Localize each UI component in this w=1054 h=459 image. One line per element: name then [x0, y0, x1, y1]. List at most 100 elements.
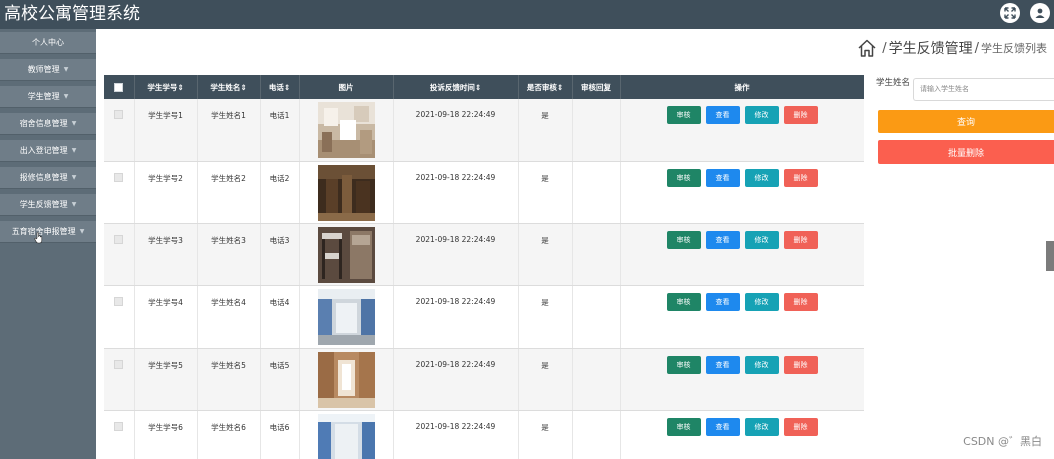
sidebar-item-label: 报修信息管理 [19, 173, 68, 182]
header-actions: 操作 [620, 75, 864, 99]
header-phone[interactable]: 电话⇕ [260, 75, 300, 99]
audit-button[interactable]: 审核 [666, 293, 701, 312]
cell-phone: 电话1 [260, 99, 300, 162]
query-button[interactable]: 查询 [878, 110, 1054, 133]
sidebar-item-repairs[interactable]: 报修信息管理 ▼ [0, 167, 96, 189]
sidebar-item-label: 宿舍信息管理 [19, 119, 68, 128]
view-button[interactable]: 查看 [705, 355, 740, 374]
edit-button[interactable]: 修改 [744, 106, 779, 124]
row-checkbox[interactable] [114, 110, 124, 119]
sidebar-item-teachers[interactable]: 教师管理 ▼ [0, 59, 96, 81]
header-audited[interactable]: 是否审核⇕ [518, 75, 573, 99]
cell-audit-reply [572, 410, 621, 459]
dorm-photo[interactable] [317, 351, 375, 408]
caret-down-icon: ▼ [71, 201, 77, 208]
dorm-photo[interactable] [317, 227, 375, 284]
cell-audited: 是 [518, 161, 573, 225]
cell-phone: 电话3 [260, 223, 300, 287]
cell-phone: 电话5 [260, 348, 300, 411]
cell-student-name: 学生姓名3 [197, 223, 261, 287]
row-checkbox[interactable] [114, 297, 124, 307]
cell-feedback-time: 2021-09-18 22:24:49 [393, 285, 519, 349]
expand-icon[interactable] [1000, 3, 1020, 23]
caret-down-icon: ▼ [63, 66, 69, 73]
table-row: 学生学号4 学生姓名4 电话4 2021-09-18 22:24:49 是 审核… [104, 285, 864, 349]
cell-audited: 是 [518, 285, 573, 349]
cell-student-id: 学生学号2 [134, 161, 198, 225]
sidebar-item-five-edu-dorm[interactable]: 五育宿舍申报管理 ▼ [0, 221, 96, 243]
edit-button[interactable]: 修改 [744, 417, 779, 436]
cell-audit-reply [572, 161, 621, 225]
cell-feedback-time: 2021-09-18 22:24:49 [393, 223, 519, 287]
table-row: 学生学号1 学生姓名1 电话1 2021-09-18 22:24:49 是 审核… [104, 99, 864, 162]
cell-student-id: 学生学号1 [134, 99, 198, 162]
cell-audit-reply [572, 99, 621, 162]
view-button[interactable]: 查看 [705, 417, 740, 436]
view-button[interactable]: 查看 [705, 231, 740, 250]
table-row: 学生学号5 学生姓名5 电话5 2021-09-18 22:24:49 是 审核… [104, 348, 864, 411]
sidebar-item-label: 学生反馈管理 [19, 200, 68, 209]
cell-audited: 是 [518, 410, 573, 459]
audit-button[interactable]: 审核 [666, 231, 701, 250]
sidebar-item-dorm-info[interactable]: 宿舍信息管理 ▼ [0, 113, 96, 135]
table-row: 学生学号2 学生姓名2 电话2 2021-09-18 22:24:49 是 审核… [104, 161, 864, 225]
feedback-table: 学生学号⇕ 学生姓名⇕ 电话⇕ 图片 投诉反馈时间⇕ 是否审核⇕ 审核回复 操作… [104, 75, 864, 459]
select-all-checkbox[interactable] [114, 82, 124, 92]
home-icon[interactable] [857, 38, 877, 58]
cell-student-name: 学生姓名6 [197, 410, 261, 459]
audit-button[interactable]: 审核 [666, 417, 701, 436]
sidebar-item-feedback[interactable]: 学生反馈管理 ▼ [0, 194, 96, 216]
audit-button[interactable]: 审核 [666, 106, 701, 124]
cell-feedback-time: 2021-09-18 22:24:49 [393, 99, 519, 162]
cell-student-name: 学生姓名5 [197, 348, 261, 411]
breadcrumb: / 学生反馈管理 / 学生反馈列表 [857, 37, 1047, 59]
row-checkbox[interactable] [114, 421, 124, 431]
caret-down-icon: ▼ [71, 174, 77, 181]
dorm-photo[interactable] [317, 289, 375, 346]
row-checkbox[interactable] [114, 359, 124, 369]
view-button[interactable]: 查看 [705, 106, 740, 124]
delete-button[interactable]: 删除 [783, 355, 818, 374]
header-audit-reply: 审核回复 [572, 75, 621, 99]
caret-down-icon: ▼ [71, 147, 77, 154]
sidebar: 个人中心 教师管理 ▼ 学生管理 ▼ 宿舍信息管理 ▼ 出入登记管理 ▼ 报修信息管理 ▼… [0, 29, 96, 459]
view-button[interactable]: 查看 [705, 168, 740, 187]
dorm-photo[interactable] [317, 102, 375, 158]
view-button[interactable]: 查看 [705, 293, 740, 312]
edit-button[interactable]: 修改 [744, 355, 779, 374]
delete-button[interactable]: 删除 [783, 417, 818, 436]
sort-icon: ⇕ [556, 82, 564, 92]
scrollbar-thumb[interactable] [1046, 241, 1054, 271]
breadcrumb-separator: / [882, 40, 887, 56]
header-feedback-time[interactable]: 投诉反馈时间⇕ [393, 75, 519, 99]
row-checkbox[interactable] [114, 235, 124, 245]
cell-audited: 是 [518, 99, 573, 162]
hand-cursor-icon [34, 232, 43, 244]
sidebar-item-label: 学生管理 [27, 92, 60, 101]
watermark: CSDN @゛黑白 [963, 435, 1042, 448]
batch-delete-button[interactable]: 批量删除 [878, 140, 1054, 164]
edit-button[interactable]: 修改 [744, 168, 779, 187]
audit-button[interactable]: 审核 [666, 355, 701, 374]
app-title: 高校公寓管理系统 [4, 4, 140, 24]
dorm-photo[interactable] [317, 413, 375, 459]
edit-button[interactable]: 修改 [744, 293, 779, 312]
sidebar-item-entry-exit[interactable]: 出入登记管理 ▼ [0, 140, 96, 162]
header-student-name[interactable]: 学生姓名⇕ [197, 75, 261, 99]
cell-feedback-time: 2021-09-18 22:24:49 [393, 161, 519, 225]
student-name-search-input[interactable] [913, 78, 1054, 101]
edit-button[interactable]: 修改 [744, 231, 779, 250]
delete-button[interactable]: 删除 [783, 106, 818, 124]
delete-button[interactable]: 删除 [783, 231, 818, 250]
breadcrumb-section[interactable]: 学生反馈管理 [889, 38, 973, 58]
delete-button[interactable]: 删除 [783, 293, 818, 312]
sidebar-item-students[interactable]: 学生管理 ▼ [0, 86, 96, 108]
header-student-id[interactable]: 学生学号⇕ [134, 75, 198, 99]
delete-button[interactable]: 删除 [783, 168, 818, 187]
sidebar-item-personal-center[interactable]: 个人中心 [0, 32, 96, 54]
audit-button[interactable]: 审核 [666, 168, 701, 187]
user-icon[interactable] [1030, 3, 1050, 23]
cell-audit-reply [572, 223, 621, 287]
dorm-photo[interactable] [317, 164, 375, 221]
row-checkbox[interactable] [114, 172, 124, 182]
